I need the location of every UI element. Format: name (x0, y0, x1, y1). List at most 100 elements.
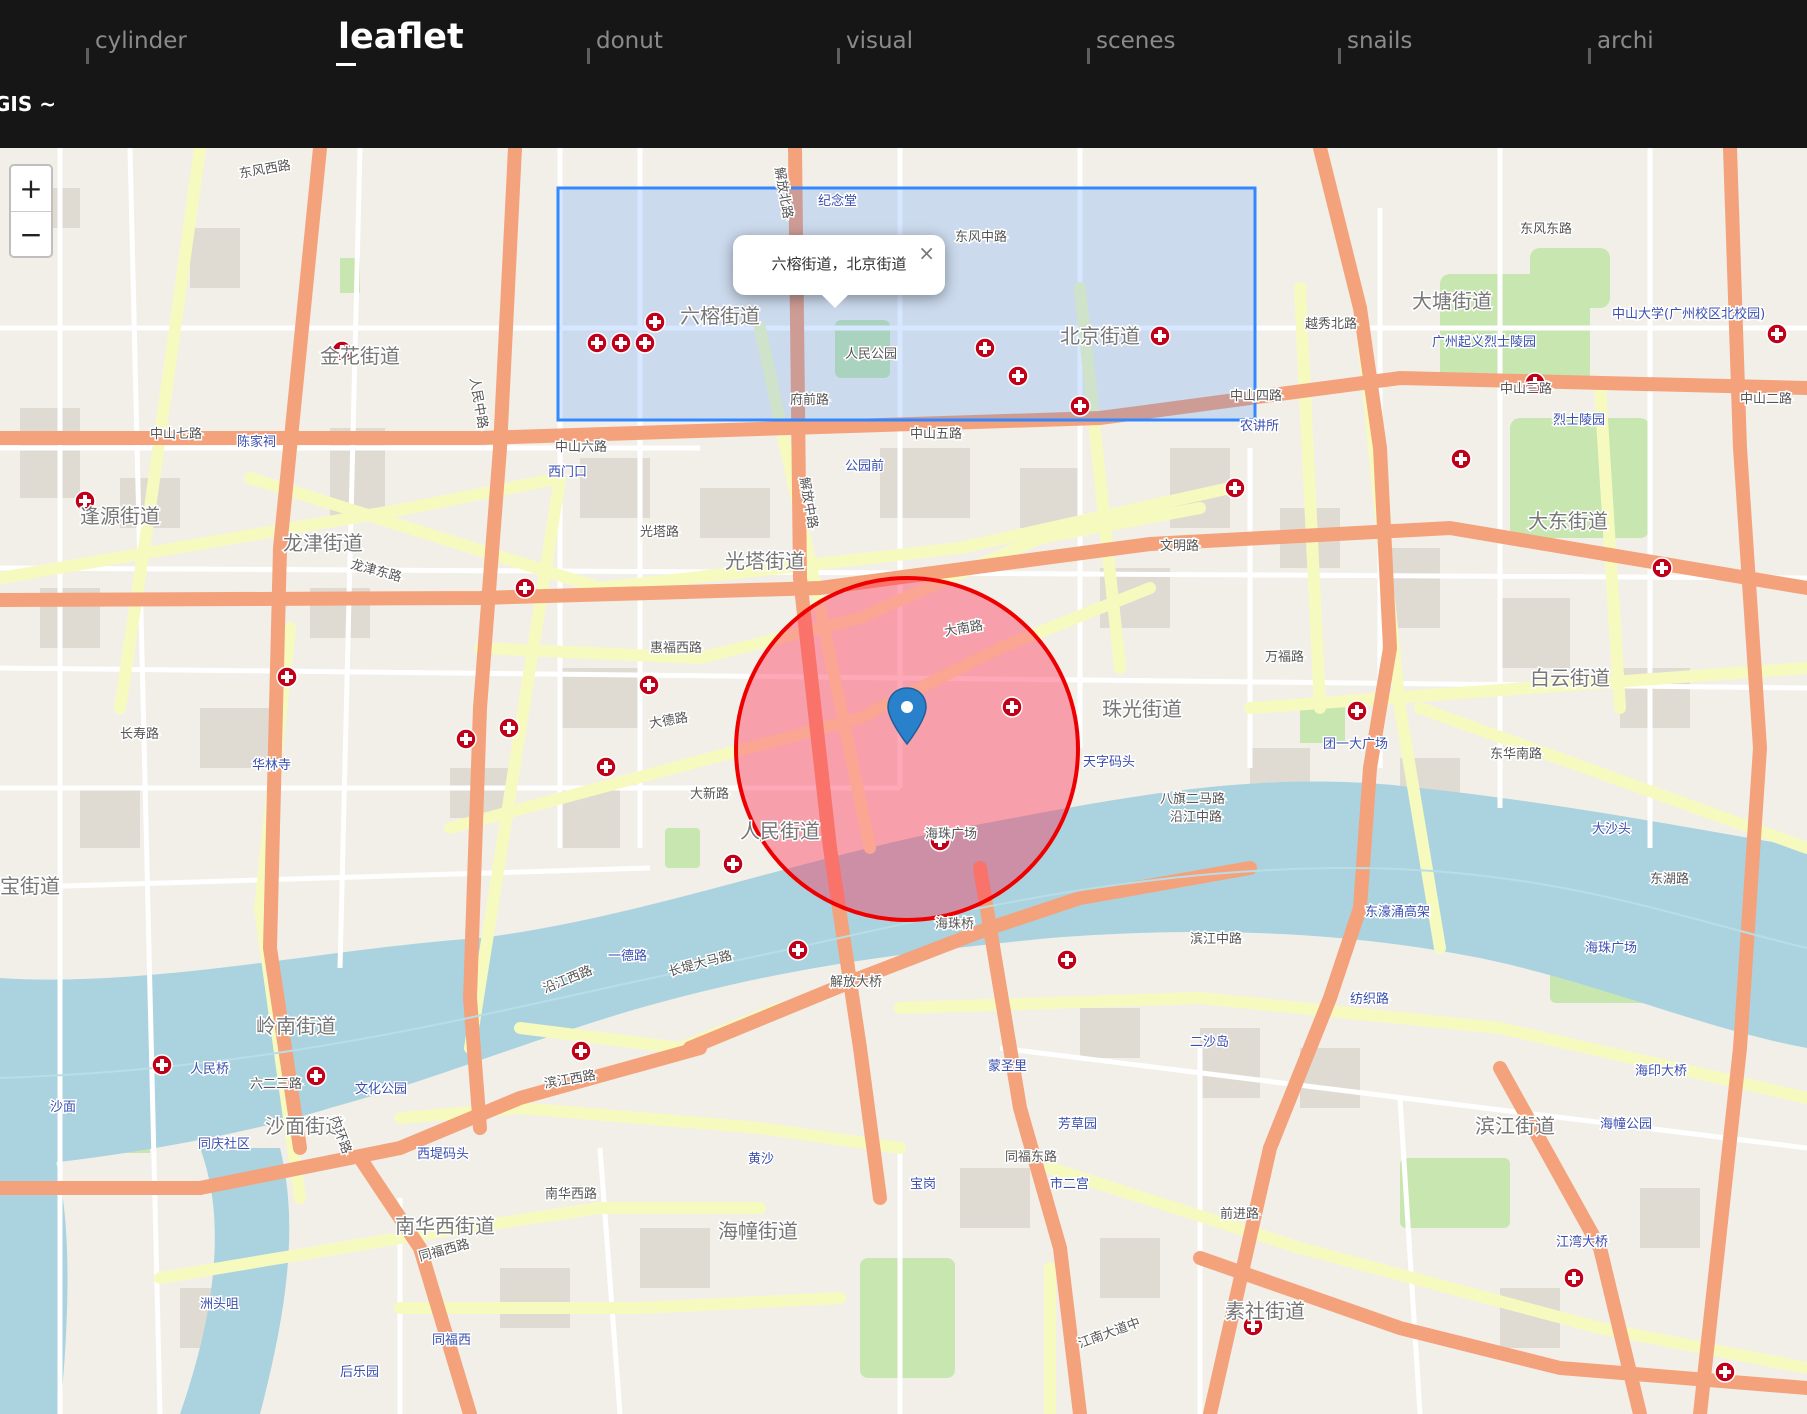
district-label: 宝街道 (0, 874, 60, 898)
hospital-icon (610, 332, 632, 354)
poi-label: 纪念堂 (818, 193, 857, 209)
district-label: 大塘街道 (1412, 289, 1492, 313)
hospital-icon (1224, 477, 1246, 499)
map-popup: 六榕街道，北京街道 × (733, 235, 945, 308)
selection-rectangle (556, 186, 1257, 422)
hospital-icon (305, 1065, 327, 1087)
hospital-icon (1346, 700, 1368, 722)
hospital-icon (276, 666, 298, 688)
hospital-icon (1069, 395, 1091, 417)
road-label: 中山七路 (150, 426, 202, 442)
zoom-out-button[interactable]: − (11, 212, 51, 256)
road-label: 六二三路 (250, 1076, 302, 1092)
tab-marker (587, 48, 590, 64)
breadcrumb: GIS ~ (0, 92, 56, 116)
district-label: 逢源街道 (80, 504, 160, 528)
poi-label: 天字码头 (1083, 755, 1135, 770)
road-label: 东华南路 (1490, 746, 1542, 762)
hospital-icon (151, 1054, 173, 1076)
popup-text: 六榕街道，北京街道 (771, 255, 907, 273)
district-label: 白云街道 (1530, 666, 1610, 690)
tab-label: visual (846, 28, 914, 54)
zoom-in-button[interactable]: + (11, 166, 51, 212)
district-label: 岭南街道 (256, 1014, 336, 1038)
poi-label: 中山大学(广州校区北校园) (1612, 306, 1765, 322)
district-label: 光塔街道 (725, 549, 805, 573)
poi-label: 洲头咀 (200, 1297, 239, 1312)
poi-label: 蒙圣里 (988, 1059, 1027, 1074)
tab-marker (1087, 48, 1090, 64)
poi-label: 芳草园 (1058, 1117, 1097, 1132)
poi-label: 华林寺 (252, 758, 291, 773)
poi-label: 团一大广场 (1323, 737, 1388, 752)
poi-label: 一德路 (608, 948, 647, 964)
popup-close-button[interactable]: × (918, 241, 935, 265)
road-label: 同福东路 (1005, 1149, 1057, 1165)
district-label: 人民街道 (740, 819, 820, 843)
road-label: 长寿路 (120, 726, 159, 742)
hospital-icon (644, 311, 666, 333)
road-label: 东风中路 (955, 229, 1007, 245)
road-label: 中山四路 (1230, 388, 1282, 404)
leaflet-map[interactable]: 六榕街道 北京街道 大塘街道 金花街道 逢源街道 龙津街道 光塔街道 大东街道 珠光街道 白云街道… (0, 148, 1807, 1414)
road-label: 海珠桥 (935, 917, 974, 932)
poi-label: 大沙头 (1592, 822, 1631, 837)
road-label: 八旗二马路 (1160, 791, 1225, 807)
poi-label: 文化公园 (355, 1082, 407, 1097)
poi-label: 二沙岛 (1190, 1034, 1229, 1050)
poi-label: 西门口 (548, 465, 587, 480)
tab-label: archi (1597, 28, 1654, 54)
tab-marker (336, 63, 356, 66)
poi-label: 同福西 (432, 1333, 471, 1348)
road-label: 中山五路 (910, 426, 962, 442)
district-label: 海幢街道 (718, 1219, 798, 1243)
hospital-icon (634, 332, 656, 354)
road-label: 东风东路 (1520, 221, 1572, 237)
road-label: 府前路 (790, 392, 829, 408)
tab-marker (1338, 48, 1341, 64)
poi-label: 宝岗 (910, 1177, 936, 1192)
poi-label: 农讲所 (1240, 419, 1279, 434)
hospital-icon (1149, 325, 1171, 347)
poi-label: 东濠涌高架 (1365, 904, 1430, 920)
district-label: 六榕街道 (680, 304, 760, 328)
hospital-icon (1056, 949, 1078, 971)
road-label: 东湖路 (1650, 871, 1689, 887)
poi-label: 广州起义烈士陵园 (1432, 335, 1536, 350)
road-label: 越秀北路 (1305, 316, 1357, 332)
hospital-icon (1563, 1267, 1585, 1289)
road-label: 解放大桥 (830, 975, 882, 990)
road-label: 前进路 (1220, 1206, 1259, 1222)
hospital-icon (1714, 1361, 1736, 1383)
poi-label: 同庆社区 (198, 1136, 250, 1152)
zoom-control: + − (9, 164, 53, 258)
poi-label: 黄沙 (748, 1152, 774, 1167)
road-label: 中山三路 (1500, 381, 1552, 397)
road-label: 光塔路 (640, 524, 679, 540)
road-label: 万福路 (1265, 649, 1304, 665)
hospital-icon (638, 674, 660, 696)
poi-label: 陈家祠 (237, 434, 276, 450)
poi-label: 人民桥 (190, 1062, 229, 1077)
tab-marker (837, 48, 840, 64)
district-label: 滨江街道 (1475, 1114, 1555, 1138)
hospital-icon (498, 717, 520, 739)
hospital-icon (595, 756, 617, 778)
tab-label: scenes (1096, 28, 1176, 54)
poi-label: 江湾大桥 (1556, 1234, 1608, 1250)
tab-label: donut (596, 28, 663, 54)
poi-label: 市二宫 (1050, 1176, 1089, 1192)
circle-overlay (734, 576, 1080, 922)
poi-label: 海印大桥 (1635, 1064, 1687, 1079)
hospital-icon (455, 728, 477, 750)
poi-label: 沙面 (50, 1100, 76, 1115)
district-label: 珠光街道 (1102, 697, 1182, 721)
poi-label: 烈士陵园 (1553, 413, 1605, 428)
hospital-icon (1450, 448, 1472, 470)
hospital-icon (1651, 557, 1673, 579)
poi-label: 海幢公园 (1600, 1116, 1652, 1132)
hospital-icon (570, 1040, 592, 1062)
hospital-icon (1007, 365, 1029, 387)
district-label: 南华西街道 (395, 1214, 495, 1238)
road-label: 人民公园 (845, 347, 897, 362)
